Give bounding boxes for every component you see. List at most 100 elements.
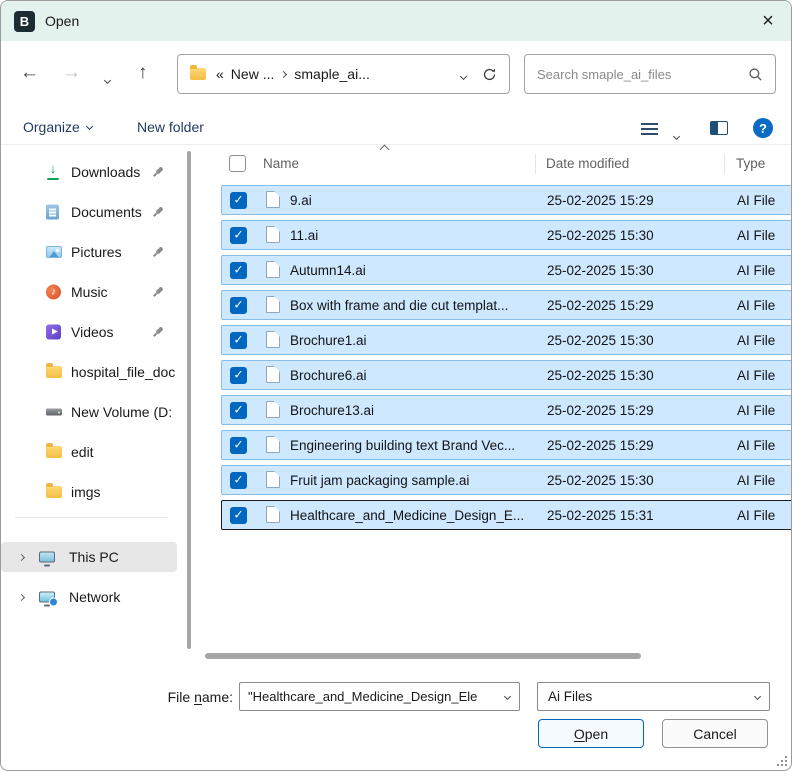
view-mode-button[interactable] [641, 123, 658, 135]
row-checkbox[interactable] [230, 227, 247, 244]
sidebar-item-label: Music [71, 284, 108, 300]
file-type-select[interactable]: Ai Files [537, 682, 770, 711]
file-row[interactable]: 9.ai 25-02-2025 15:29 AI File [221, 185, 792, 215]
file-name-input[interactable] [240, 689, 505, 704]
chevron-down-icon[interactable] [504, 693, 511, 700]
file-name-combobox[interactable] [239, 682, 520, 711]
close-button[interactable]: × [745, 1, 791, 41]
file-name: Box with frame and die cut templat... [290, 298, 508, 313]
recent-locations-button[interactable] [105, 70, 110, 88]
sidebar-item[interactable]: Pictures [1, 237, 181, 267]
new-folder-button[interactable]: New folder [137, 109, 204, 144]
sidebar-item[interactable]: Videos [1, 317, 181, 347]
preview-pane-button[interactable] [710, 121, 728, 135]
sidebar-item[interactable]: imgs [1, 477, 181, 507]
row-checkbox[interactable] [230, 402, 247, 419]
file-row[interactable]: Brochure13.ai 25-02-2025 15:29 AI File [221, 395, 792, 425]
search-icon [748, 67, 763, 82]
file-date-modified: 25-02-2025 15:29 [547, 403, 654, 418]
address-dropdown-button[interactable] [461, 66, 466, 82]
file-type: AI File [737, 508, 775, 523]
sidebar-tree-item[interactable]: Network [1, 582, 177, 612]
column-divider[interactable] [724, 154, 725, 174]
select-all-checkbox[interactable] [229, 155, 246, 172]
column-name[interactable]: Name [263, 156, 299, 171]
sidebar-item[interactable]: New Volume (D: [1, 397, 181, 427]
help-button[interactable]: ? [753, 118, 773, 138]
sidebar-item[interactable]: Music [1, 277, 181, 307]
horizontal-scrollbar[interactable] [205, 653, 641, 659]
file-row[interactable]: Fruit jam packaging sample.ai 25-02-2025… [221, 465, 792, 495]
chevron-right-icon [280, 70, 287, 77]
vertical-scrollbar[interactable] [187, 151, 191, 649]
row-checkbox[interactable] [230, 192, 247, 209]
file-type: AI File [737, 473, 775, 488]
file-row[interactable]: Box with frame and die cut templat... 25… [221, 290, 792, 320]
sidebar-item[interactable]: hospital_file_doc [1, 357, 181, 387]
downloads-icon [46, 164, 60, 180]
chevron-down-icon [754, 693, 761, 700]
chevron-right-icon[interactable] [18, 593, 25, 600]
file-date-modified: 25-02-2025 15:29 [547, 298, 654, 313]
file-type: AI File [737, 438, 775, 453]
sidebar-tree-item[interactable]: This PC [1, 542, 177, 572]
file-row[interactable]: Healthcare_and_Medicine_Design_E... 25-0… [221, 500, 792, 530]
column-date-modified[interactable]: Date modified [546, 156, 629, 171]
sidebar-item-label: Videos [71, 324, 114, 340]
forward-button[interactable]: → [62, 63, 81, 82]
folder-icon [190, 68, 206, 80]
address-bar[interactable]: « New ... smaple_ai... [177, 54, 510, 94]
file-row[interactable]: Brochure1.ai 25-02-2025 15:30 AI File [221, 325, 792, 355]
row-checkbox[interactable] [230, 367, 247, 384]
file-row[interactable]: Autumn14.ai 25-02-2025 15:30 AI File [221, 255, 792, 285]
new-folder-label: New folder [137, 119, 204, 135]
up-button[interactable]: ↑ [138, 63, 148, 82]
chevron-right-icon[interactable] [18, 553, 25, 560]
row-checkbox[interactable] [230, 262, 247, 279]
pin-icon [150, 164, 167, 181]
row-checkbox[interactable] [230, 472, 247, 489]
row-checkbox[interactable] [230, 332, 247, 349]
title-bar: B Open × [1, 1, 791, 41]
file-type: AI File [737, 263, 775, 278]
file-name: Engineering building text Brand Vec... [290, 438, 515, 453]
file-icon [266, 331, 280, 348]
file-type: AI File [737, 333, 775, 348]
breadcrumb-item-current[interactable]: smaple_ai... [294, 66, 369, 82]
breadcrumb-item-parent[interactable]: New ... [231, 66, 275, 82]
sidebar-item-label: New Volume (D: [71, 404, 172, 420]
breadcrumb-overflow[interactable]: « [216, 66, 224, 82]
resize-grip-icon[interactable] [775, 754, 787, 766]
file-name: Healthcare_and_Medicine_Design_E... [290, 508, 524, 523]
row-checkbox[interactable] [230, 507, 247, 524]
chevron-down-icon [86, 123, 93, 130]
file-type: AI File [737, 298, 775, 313]
folder-icon [46, 446, 62, 458]
column-type[interactable]: Type [736, 156, 765, 171]
search-box[interactable] [524, 54, 776, 94]
search-input[interactable] [537, 67, 748, 82]
file-row[interactable]: Brochure6.ai 25-02-2025 15:30 AI File [221, 360, 792, 390]
file-type-value: Ai Files [548, 689, 592, 704]
computer-icon [39, 552, 55, 563]
file-date-modified: 25-02-2025 15:29 [547, 438, 654, 453]
sidebar-item[interactable]: edit [1, 437, 181, 467]
refresh-button[interactable] [482, 67, 497, 82]
file-icon [266, 506, 280, 523]
sidebar-item[interactable]: Downloads [1, 157, 181, 187]
file-type: AI File [737, 193, 775, 208]
organize-button[interactable]: Organize [23, 109, 92, 144]
file-row[interactable]: 11.ai 25-02-2025 15:30 AI File [221, 220, 792, 250]
file-row[interactable]: Engineering building text Brand Vec... 2… [221, 430, 792, 460]
open-button[interactable]: Open [538, 719, 644, 748]
sort-ascending-icon [380, 145, 390, 155]
column-divider[interactable] [535, 154, 536, 174]
back-button[interactable]: ← [20, 63, 39, 82]
row-checkbox[interactable] [230, 437, 247, 454]
sidebar-item[interactable]: Documents [1, 197, 181, 227]
view-dropdown-button[interactable] [674, 126, 679, 144]
cancel-button[interactable]: Cancel [662, 719, 768, 748]
folder-icon [46, 486, 62, 498]
row-checkbox[interactable] [230, 297, 247, 314]
file-name: 11.ai [290, 228, 318, 243]
